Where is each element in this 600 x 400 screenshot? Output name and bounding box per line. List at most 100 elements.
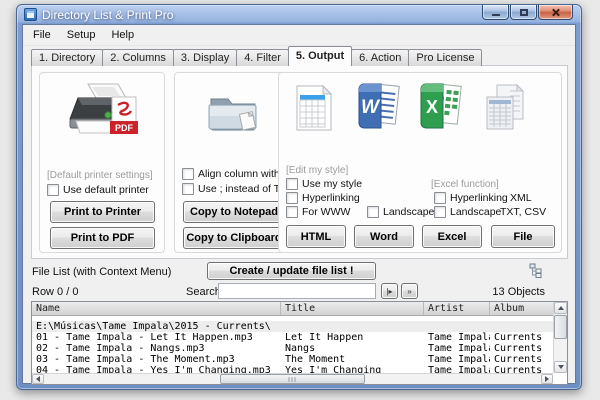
- landscape-www-checkbox[interactable]: Landscape: [367, 206, 434, 218]
- binary-file-icon: [486, 83, 525, 130]
- titlebar[interactable]: Directory List & Print Pro: [17, 5, 581, 24]
- menu-help[interactable]: Help: [103, 27, 142, 43]
- excel-hyperlinking-checkbox[interactable]: Hyperlinking: [434, 192, 508, 204]
- menu-setup[interactable]: Setup: [59, 27, 104, 43]
- checkbox-box: [286, 178, 298, 190]
- default-printer-settings-link[interactable]: [Default printer settings]: [47, 170, 153, 181]
- excel-function-link[interactable]: [Excel function]: [431, 179, 499, 190]
- column-header-artist[interactable]: Artist: [424, 302, 490, 315]
- scroll-left-button[interactable]: [32, 374, 44, 384]
- arrow-left-icon: [36, 376, 40, 382]
- vertical-scroll-thumb[interactable]: [554, 315, 567, 339]
- create-update-file-list-button[interactable]: Create / update file list !: [207, 262, 376, 280]
- use-default-printer-checkbox[interactable]: Use default printer: [47, 184, 149, 196]
- hyperlinking-checkbox[interactable]: Hyperlinking: [286, 192, 360, 204]
- copy-to-clipboard-button[interactable]: Copy to Clipboard: [183, 227, 285, 249]
- column-header-album[interactable]: Album: [490, 302, 553, 315]
- close-icon: [551, 8, 560, 17]
- cell-album: Currents: [494, 332, 543, 343]
- table-row[interactable]: 02 - Tame Impala - Nangs.mp3 Nangs Tame Im…: [32, 343, 567, 354]
- column-header-name[interactable]: Name: [32, 302, 281, 315]
- horizontal-scrollbar[interactable]: [32, 373, 553, 384]
- tree-view-icon[interactable]: [529, 263, 544, 278]
- maximize-icon: [519, 8, 528, 16]
- scroll-up-button[interactable]: [554, 302, 567, 314]
- extended-search-button[interactable]: »: [401, 283, 418, 299]
- checkbox-box: [286, 192, 298, 204]
- tab-directory[interactable]: 1. Directory: [31, 49, 104, 66]
- checkbox-box: [182, 168, 194, 180]
- maximize-button[interactable]: [510, 5, 537, 20]
- row-counter: Row 0 / 0: [32, 286, 79, 298]
- copy-to-notepad-button[interactable]: Copy to Notepad: [183, 201, 285, 223]
- tab-pro-license[interactable]: Pro License: [408, 49, 483, 66]
- edit-my-style-link[interactable]: [Edit my style]: [286, 165, 348, 176]
- search-label: Search: [186, 286, 221, 298]
- goto-row-button[interactable]: |▸: [381, 283, 398, 299]
- checkbox-box: [367, 206, 379, 218]
- cell-name: 02 - Tame Impala - Nangs.mp3: [36, 343, 205, 354]
- print-to-pdf-button[interactable]: Print to PDF: [50, 227, 155, 249]
- excel-button[interactable]: Excel: [422, 225, 482, 248]
- arrow-up-icon: [557, 306, 564, 310]
- cell-artist: Tame Impala: [428, 354, 490, 365]
- html-button[interactable]: HTML: [286, 225, 346, 248]
- arrow-down-icon: [557, 365, 564, 369]
- xml-label: XML: [510, 192, 532, 204]
- checkbox-box: [434, 192, 446, 204]
- checkbox-label: Use my style: [302, 178, 363, 190]
- close-button[interactable]: [538, 5, 573, 20]
- for-www-checkbox[interactable]: For WWW: [286, 206, 350, 218]
- excel-landscape-checkbox[interactable]: Landscape: [434, 206, 501, 218]
- column-header-title[interactable]: Title: [281, 302, 424, 315]
- scroll-right-button[interactable]: [541, 374, 553, 384]
- html-table-icon: [296, 84, 333, 131]
- cell-title: [281, 321, 424, 332]
- tab-display[interactable]: 3. Display: [172, 49, 238, 66]
- tab-action[interactable]: 6. Action: [351, 49, 410, 66]
- use-semicolon-checkbox[interactable]: Use ; instead of TAB: [182, 183, 293, 195]
- menu-bar: File Setup Help: [23, 25, 575, 46]
- printer-group: PDF [Default printer settings] Use defau…: [39, 72, 165, 253]
- checkbox-box: [182, 183, 194, 195]
- horizontal-scroll-thumb[interactable]: [219, 374, 366, 384]
- cell-artist: Tame Impala: [428, 343, 490, 354]
- cell-title: The Moment: [285, 354, 346, 365]
- window-title: Directory List & Print Pro: [42, 7, 174, 22]
- cell-album: Currents: [494, 354, 543, 365]
- file-button[interactable]: File: [491, 225, 555, 248]
- txt-csv-label: TXT, CSV: [500, 206, 547, 218]
- folder-icon: [208, 98, 257, 131]
- use-my-style-checkbox[interactable]: Use my style: [286, 178, 362, 190]
- cell-album: [490, 321, 553, 332]
- minimize-icon: [491, 13, 500, 16]
- table-row[interactable]: 01 - Tame Impala - Let It Happen.mp3 Let …: [32, 332, 567, 343]
- print-to-printer-button[interactable]: Print to Printer: [50, 201, 155, 223]
- cell-name: 01 - Tame Impala - Let It Happen.mp3: [36, 332, 253, 343]
- window-body: File Setup Help 1. Directory 2. Columns …: [22, 24, 576, 385]
- table-row-directory[interactable]: E:\Músicas\Tame Impala\2015 - Currents\: [32, 321, 567, 332]
- vertical-scrollbar[interactable]: [553, 302, 567, 373]
- checkbox-label: Use default printer: [63, 184, 149, 196]
- minimize-button[interactable]: [482, 5, 509, 20]
- word-icon: W: [358, 83, 400, 129]
- scroll-down-button[interactable]: [554, 361, 567, 373]
- app-window: Directory List & Print Pro File Setup He…: [16, 4, 582, 390]
- tab-strip: 1. Directory 2. Columns 3. Display 4. Fi…: [31, 46, 483, 66]
- tab-filter[interactable]: 4. Filter: [236, 49, 289, 66]
- notepad-group: Align column with blanks Use ; instead o…: [174, 72, 313, 253]
- search-input[interactable]: [218, 283, 376, 299]
- tab-columns[interactable]: 2. Columns: [102, 49, 174, 66]
- arrow-right-icon: [545, 376, 549, 382]
- menu-file[interactable]: File: [25, 27, 59, 43]
- cell-title: Nangs: [285, 343, 316, 354]
- table-row[interactable]: 03 - Tame Impala - The Moment.mp3 The Mom…: [32, 354, 567, 365]
- tab-output[interactable]: 5. Output: [287, 46, 353, 66]
- excel-icon: X: [420, 83, 462, 129]
- word-button[interactable]: Word: [354, 225, 414, 248]
- app-icon: [24, 8, 37, 21]
- svg-text:PDF: PDF: [115, 123, 134, 133]
- checkbox-box: [434, 206, 446, 218]
- checkbox-label: Hyperlinking: [450, 192, 508, 204]
- file-list-label: File List (with Context Menu): [32, 266, 172, 278]
